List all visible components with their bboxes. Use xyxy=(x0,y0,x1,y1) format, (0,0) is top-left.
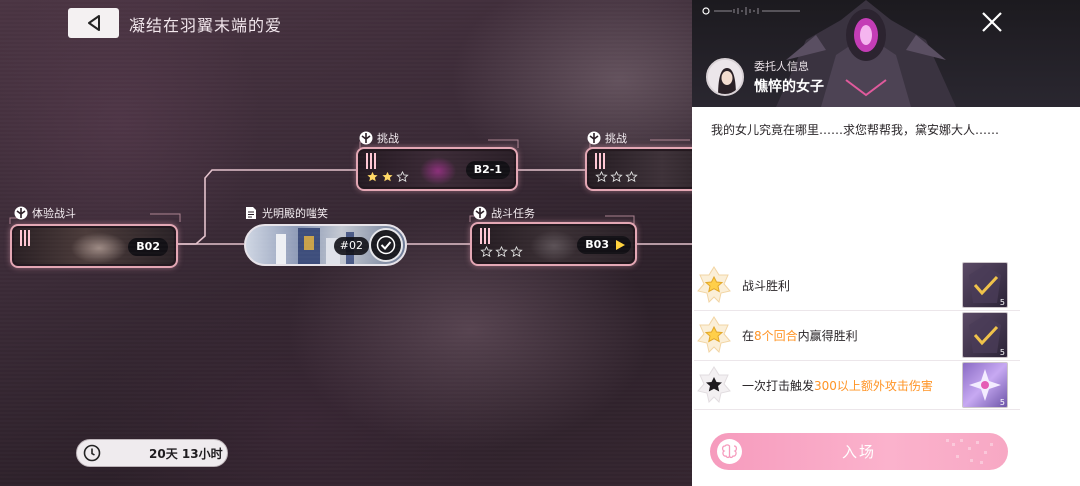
star-filled-icon xyxy=(367,171,378,182)
client-info: 委托人信息 憔悴的女子 xyxy=(706,58,824,96)
enter-button-label: 入场 xyxy=(841,443,876,461)
node-story[interactable]: #02 xyxy=(244,224,407,266)
reward-item[interactable]: 5 xyxy=(962,262,1008,308)
battle-icon xyxy=(14,206,28,220)
reward-count: 5 xyxy=(999,398,1005,407)
enter-button[interactable]: 入场 xyxy=(710,433,1008,470)
node-label-battle-trial: 体验战斗 xyxy=(14,205,76,221)
node-bars xyxy=(20,230,30,246)
node-label-challenge-2: 挑战 xyxy=(587,130,627,146)
play-arrow-icon xyxy=(616,240,625,250)
event-timer: 20天 13小时 xyxy=(76,439,228,467)
decorative-pattern xyxy=(946,439,993,464)
goal-text: 战斗胜利 xyxy=(742,278,791,293)
goal-text: 在8个回合内赢得胜利 xyxy=(742,328,858,343)
star-badge-gold-icon xyxy=(697,316,731,353)
goal-row: 战斗胜利 5 xyxy=(694,261,1020,309)
node-bars xyxy=(480,228,490,244)
client-avatar xyxy=(706,58,744,96)
goal-text: 一次打击触发300以上额外攻击伤害 xyxy=(742,378,933,393)
enemy-portrait-banner: 委托人信息 憔悴的女子 xyxy=(692,0,1080,107)
node-type-text: 体验战斗 xyxy=(32,207,76,220)
node-type-text: 战斗任务 xyxy=(491,207,535,220)
star-empty-icon xyxy=(495,246,508,258)
battle-icon xyxy=(587,131,601,145)
goal-row: 一次打击触发300以上额外攻击伤害 5 xyxy=(694,361,1020,409)
star-empty-icon xyxy=(510,246,523,258)
star-rating xyxy=(366,171,409,184)
brain-icon xyxy=(717,439,742,464)
client-label: 委托人信息 xyxy=(754,60,809,73)
battle-icon xyxy=(473,206,487,220)
node-challenge-1[interactable]: B2-1 xyxy=(356,147,518,191)
node-battle-trial[interactable]: B02 xyxy=(10,224,178,268)
node-type-text: 挑战 xyxy=(605,132,627,145)
completed-check-icon xyxy=(369,228,403,262)
mission-detail-panel: 委托人信息 憔悴的女子 我的女儿究竟在哪里……求您帮帮我，黛安娜大人…… 战斗胜… xyxy=(692,0,1080,486)
battle-icon xyxy=(359,131,373,145)
node-label-story: 光明殿的嗤笑 xyxy=(244,205,328,221)
chapter-title: 凝结在羽翼末端的爱 xyxy=(129,16,283,35)
node-code: B2-1 xyxy=(465,161,510,179)
star-badge-dark-icon xyxy=(697,366,731,403)
mission-description: 我的女儿究竟在哪里……求您帮帮我，黛安娜大人…… xyxy=(711,123,1000,137)
node-label-challenge-1: 挑战 xyxy=(359,130,399,146)
divider xyxy=(694,409,1020,410)
node-challenge-2[interactable] xyxy=(585,147,692,191)
node-bars xyxy=(366,153,376,169)
star-empty-icon xyxy=(396,171,409,183)
close-icon[interactable] xyxy=(980,10,1004,34)
star-empty-icon xyxy=(610,171,623,183)
node-type-text: 挑战 xyxy=(377,132,399,145)
star-empty-icon xyxy=(625,171,638,183)
star-rating xyxy=(595,171,638,184)
document-icon xyxy=(246,207,256,219)
star-empty-icon xyxy=(480,246,493,258)
clock-icon xyxy=(83,444,101,462)
node-label-battle-mission: 战斗任务 xyxy=(473,205,535,221)
reward-count: 5 xyxy=(999,298,1005,307)
reward-item[interactable]: 5 xyxy=(962,312,1008,358)
reward-item[interactable]: 5 xyxy=(962,362,1008,408)
node-code: #02 xyxy=(333,237,369,255)
reward-count: 5 xyxy=(999,348,1005,357)
goal-row: 在8个回合内赢得胜利 5 xyxy=(694,311,1020,359)
star-empty-icon xyxy=(595,171,608,183)
node-type-text: 光明殿的嗤笑 xyxy=(262,207,328,220)
back-button[interactable] xyxy=(68,8,119,38)
node-bars xyxy=(595,153,605,169)
back-arrow-icon xyxy=(87,15,100,31)
timer-text: 20天 13小时 xyxy=(149,446,223,461)
star-rating xyxy=(480,246,523,259)
node-battle-mission[interactable]: B03 xyxy=(470,222,637,266)
node-code: B02 xyxy=(128,238,168,256)
star-filled-icon xyxy=(382,171,393,182)
client-name: 憔悴的女子 xyxy=(754,79,824,95)
chapter-map: 凝结在羽翼末端的爱 体验战斗 B02 光明殿的嗤笑 #02 挑战 B2-1 挑战… xyxy=(0,0,692,486)
star-badge-gold-icon xyxy=(697,266,731,303)
